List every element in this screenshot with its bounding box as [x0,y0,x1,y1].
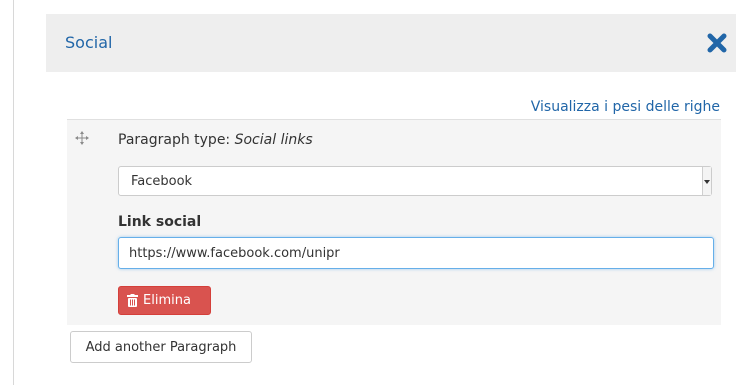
select-arrow[interactable] [702,167,711,195]
delete-button[interactable]: Elimina [118,286,211,315]
dropdown-arrow-icon [704,180,710,184]
show-row-weights-link[interactable]: Visualizza i pesi delle righe [531,99,720,115]
select-value: Facebook [131,174,193,189]
link-social-label: Link social [118,214,202,230]
social-panel-header[interactable]: Social [46,14,736,72]
paragraph-type-line: Paragraph type: Social links [118,132,313,148]
panel-title: Social [65,33,113,52]
social-network-select[interactable]: Facebook [118,166,712,196]
close-icon[interactable] [706,32,728,54]
paragraph-type-prefix: Paragraph type: [118,132,231,148]
trash-icon [127,294,138,307]
add-another-paragraph-button[interactable]: Add another Paragraph [70,331,252,363]
drag-handle-icon[interactable] [75,131,89,145]
left-border-line [13,0,14,385]
paragraph-item: Paragraph type: Social links Facebook Li… [67,119,721,325]
delete-button-label: Elimina [143,293,191,308]
paragraph-type-name: Social links [234,132,313,148]
link-social-input[interactable] [118,237,714,269]
